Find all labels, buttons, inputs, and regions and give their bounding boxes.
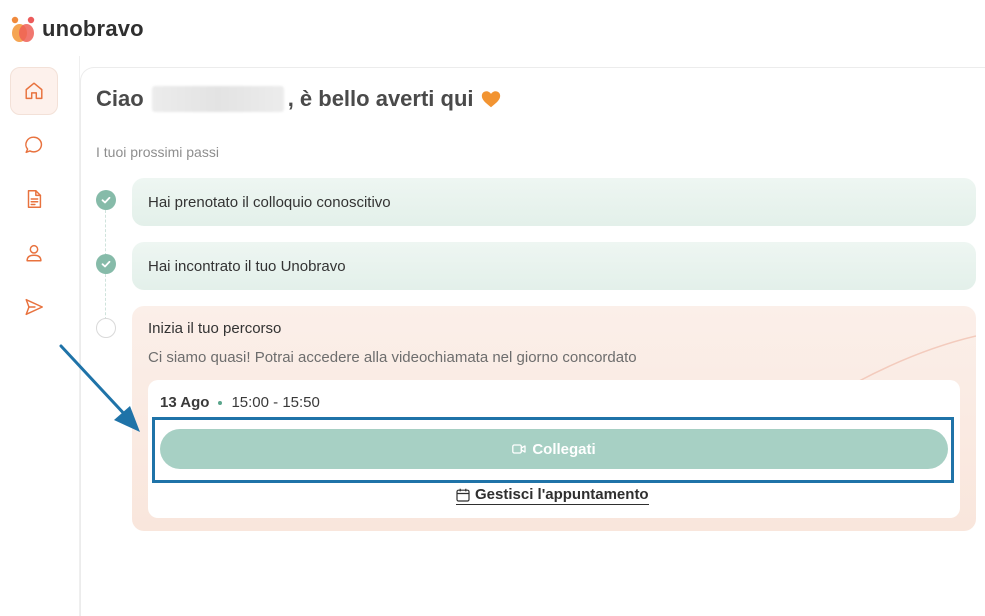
greeting-suffix: , è bello averti qui (287, 86, 474, 111)
appointment-card: 13 Ago 15:00 - 15:50 Collegati Gestisci … (148, 380, 960, 518)
step-pending-circle (96, 318, 116, 338)
join-call-button[interactable]: Collegati (160, 429, 948, 469)
sidebar-item-chat[interactable] (10, 121, 58, 169)
separator-dot (218, 400, 223, 405)
calendar-icon (456, 488, 470, 502)
step-check-icon (96, 254, 116, 274)
appointment-datetime: 13 Ago 15:00 - 15:50 (160, 394, 320, 411)
brand-name: unobravo (42, 16, 144, 41)
user-icon (26, 244, 42, 262)
sidebar (0, 56, 80, 616)
manage-appointment-label: Gestisci l'appuntamento (475, 486, 649, 503)
steps-heading: I tuoi prossimi passi (96, 144, 219, 160)
video-camera-icon (512, 444, 526, 454)
step-card-start-journey: Inizia il tuo percorso Ci siamo quasi! P… (132, 306, 976, 531)
appointment-date: 13 Ago (160, 394, 210, 411)
send-icon (25, 298, 43, 316)
logo[interactable]: unobravo (10, 14, 144, 44)
chat-icon (25, 136, 43, 154)
step-description: Ci siamo quasi! Potrai accedere alla vid… (148, 349, 637, 366)
step-check-icon (96, 190, 116, 210)
appointment-time: 15:00 - 15:50 (231, 394, 320, 411)
greeting-prefix: Ciao (96, 86, 144, 111)
logo-icon (11, 16, 35, 42)
sidebar-item-profile[interactable] (10, 229, 58, 277)
page-title: Ciao , è bello averti qui (96, 84, 502, 114)
document-icon (27, 190, 42, 208)
step-card-met: Hai incontrato il tuo Unobravo (132, 242, 976, 290)
manage-appointment-link[interactable]: Gestisci l'appuntamento (456, 486, 649, 505)
step-label: Hai prenotato il colloquio conoscitivo (148, 193, 391, 211)
user-name-redacted (151, 86, 284, 112)
step-connector (105, 274, 106, 320)
sidebar-item-documents[interactable] (10, 175, 58, 223)
heart-icon (481, 91, 500, 108)
sidebar-item-send[interactable] (10, 283, 58, 331)
step-label: Inizia il tuo percorso (148, 320, 282, 337)
join-call-label: Collegati (532, 440, 596, 458)
step-card-booked: Hai prenotato il colloquio conoscitivo (132, 178, 976, 226)
step-label: Hai incontrato il tuo Unobravo (148, 257, 346, 275)
step-connector (105, 210, 106, 256)
sidebar-item-home[interactable] (10, 67, 58, 115)
home-icon (25, 82, 43, 100)
top-bar: unobravo (0, 0, 985, 56)
annotation-arrow-icon (59, 344, 140, 432)
